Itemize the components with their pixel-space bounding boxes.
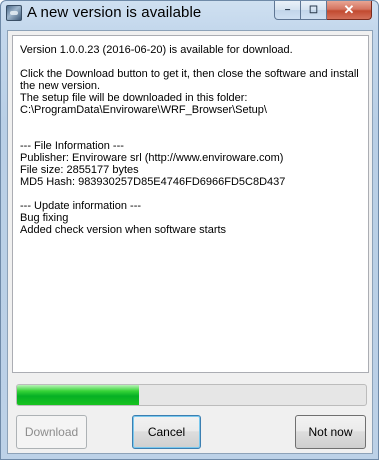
- window-title: A new version is available: [27, 4, 202, 21]
- message-line: --- Update information ---: [20, 200, 142, 212]
- app-icon[interactable]: [6, 5, 22, 21]
- message-line: Click the Download button to get it, the…: [20, 68, 359, 80]
- progress-fill: [17, 385, 140, 405]
- minimize-icon: −: [284, 4, 291, 16]
- message-line: Publisher: Enviroware srl (http://www.en…: [20, 152, 284, 164]
- message-line: Version 1.0.0.23 (2016-06-20) is availab…: [20, 44, 293, 56]
- message-line: [20, 128, 362, 140]
- update-info-textbox[interactable]: Version 1.0.0.23 (2016-06-20) is availab…: [12, 35, 369, 373]
- caption-buttons: − ☐ ✕: [274, 1, 372, 21]
- message-line: File size: 2855177 bytes: [20, 164, 139, 176]
- message-line: MD5 Hash: 983930257D85E4746FD6966FD5C8D4…: [20, 176, 286, 188]
- message-line: [20, 116, 362, 128]
- maximize-icon: ☐: [309, 4, 318, 16]
- dialog-client-area: Version 1.0.0.23 (2016-06-20) is availab…: [7, 30, 373, 454]
- maximize-button[interactable]: ☐: [301, 1, 327, 20]
- not-now-button[interactable]: Not now: [295, 415, 366, 449]
- message-line: Bug fixing: [20, 212, 69, 224]
- download-progress-bar: [16, 384, 367, 406]
- cancel-button[interactable]: Cancel: [132, 415, 201, 449]
- title-bar[interactable]: A new version is available − ☐ ✕: [1, 1, 378, 28]
- message-line: The setup file will be downloaded in thi…: [20, 92, 248, 104]
- message-line: [20, 56, 362, 68]
- message-line: Added check version when software starts: [20, 224, 227, 236]
- close-icon: ✕: [343, 2, 355, 17]
- close-button[interactable]: ✕: [327, 1, 372, 20]
- message-line: --- File Information ---: [20, 140, 124, 152]
- update-dialog-window: A new version is available − ☐ ✕ Version…: [0, 0, 379, 460]
- message-line: the new version.: [20, 80, 101, 92]
- download-button[interactable]: Download: [16, 415, 87, 449]
- message-line: [20, 188, 362, 200]
- message-line: C:\ProgramData\Enviroware\WRF_Browser\Se…: [20, 104, 267, 116]
- minimize-button[interactable]: −: [274, 1, 301, 20]
